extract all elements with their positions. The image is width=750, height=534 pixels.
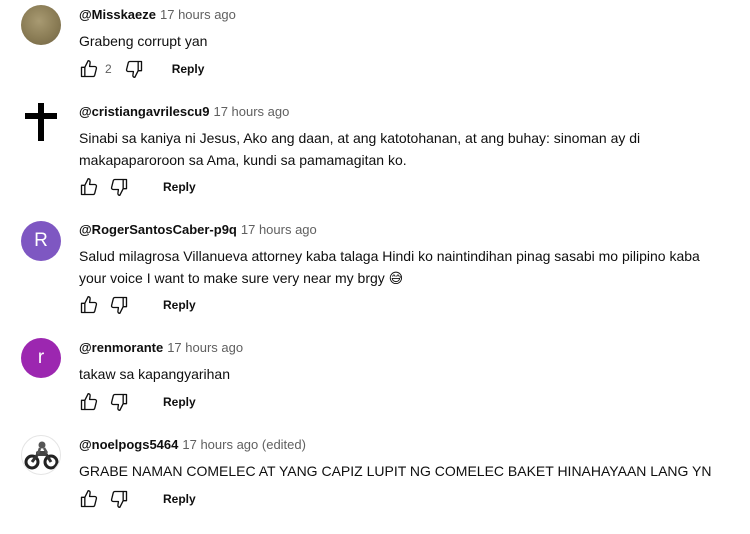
dislike-button[interactable] [109,489,129,509]
comment-meta: @cristiangavrilescu9 17 hours ago [79,103,730,121]
comment-timestamp[interactable]: 17 hours ago (edited) [182,437,306,452]
thumbs-down-icon [110,490,128,508]
thumbs-up-icon [80,178,98,196]
like-button[interactable] [79,59,99,79]
comment-body: @Misskaeze 17 hours ago Grabeng corrupt y… [79,6,730,52]
reply-button[interactable]: Reply [172,62,205,76]
comment-body: @renmorante 17 hours ago takaw sa kapangy… [79,339,730,385]
comment-meta: @RogerSantosCaber-p9q 17 hours ago [79,221,730,239]
comment-text: Sinabi sa kaniya ni Jesus, Ako ang daan,… [79,130,641,168]
comment-author[interactable]: @Misskaeze [79,7,156,22]
comment-body: @RogerSantosCaber-p9q 17 hours ago Salud … [79,221,730,289]
avatar[interactable]: R [21,221,61,261]
thumbs-up-icon [80,393,98,411]
comment-actions: Reply [79,391,196,413]
comment-timestamp[interactable]: 17 hours ago [241,222,317,237]
comment-meta: @Misskaeze 17 hours ago [79,6,730,24]
comment-body: @noelpogs5464 17 hours ago (edited) GRABE… [79,436,730,482]
like-button[interactable] [79,177,99,197]
comment-author[interactable]: @renmorante [79,340,163,355]
like-count: 2 [105,62,112,76]
avatar-letter: R [34,230,48,251]
comment-author[interactable]: @noelpogs5464 [79,437,178,452]
comment-timestamp[interactable]: 17 hours ago [160,7,236,22]
avatar-letter: r [37,347,45,368]
comment-actions: Reply [79,176,196,198]
thumbs-up-icon [80,60,98,78]
dislike-button[interactable] [124,59,144,79]
comment-timestamp[interactable]: 17 hours ago [167,340,243,355]
comment-meta: @renmorante 17 hours ago [79,339,730,357]
reply-button[interactable]: Reply [163,492,196,506]
comment-text: takaw sa kapangyarihan [79,366,230,382]
comment-actions: Reply [79,294,196,316]
like-button[interactable] [79,392,99,412]
comment-author[interactable]: @RogerSantosCaber-p9q [79,222,237,237]
comment-text: GRABE NAMAN COMELEC AT YANG CAPIZ LUPIT … [79,463,712,479]
thumbs-down-icon [110,178,128,196]
avatar[interactable] [21,5,61,45]
dislike-button[interactable] [109,177,129,197]
reply-button[interactable]: Reply [163,180,196,194]
comment-author[interactable]: @cristiangavrilescu9 [79,104,209,119]
comment-actions: Reply [79,488,196,510]
avatar[interactable] [21,435,61,475]
avatar[interactable] [21,102,61,142]
like-button[interactable] [79,489,99,509]
thumbs-up-icon [80,296,98,314]
comments-section: @Misskaeze 17 hours ago Grabeng corrupt y… [0,0,750,534]
thumbs-down-icon [125,60,142,79]
motorcycle-icon [24,441,59,470]
like-button[interactable] [79,295,99,315]
comment-meta: @noelpogs5464 17 hours ago (edited) [79,436,730,454]
comment-body: @cristiangavrilescu9 17 hours ago Sinabi … [79,103,730,171]
cross-icon [25,103,57,141]
comment-text: Salud milagrosa Villanueva attorney kaba… [79,248,700,286]
thumbs-down-icon [110,296,128,314]
reply-button[interactable]: Reply [163,395,196,409]
comment-text: Grabeng corrupt yan [79,33,208,49]
dislike-button[interactable] [109,392,129,412]
dislike-button[interactable] [109,295,129,315]
thumbs-down-icon [110,393,128,411]
avatar[interactable]: r [21,338,61,378]
thumbs-up-icon [80,490,98,508]
comment-actions: 2 Reply [79,58,204,80]
comment-timestamp[interactable]: 17 hours ago [213,104,289,119]
reply-button[interactable]: Reply [163,298,196,312]
